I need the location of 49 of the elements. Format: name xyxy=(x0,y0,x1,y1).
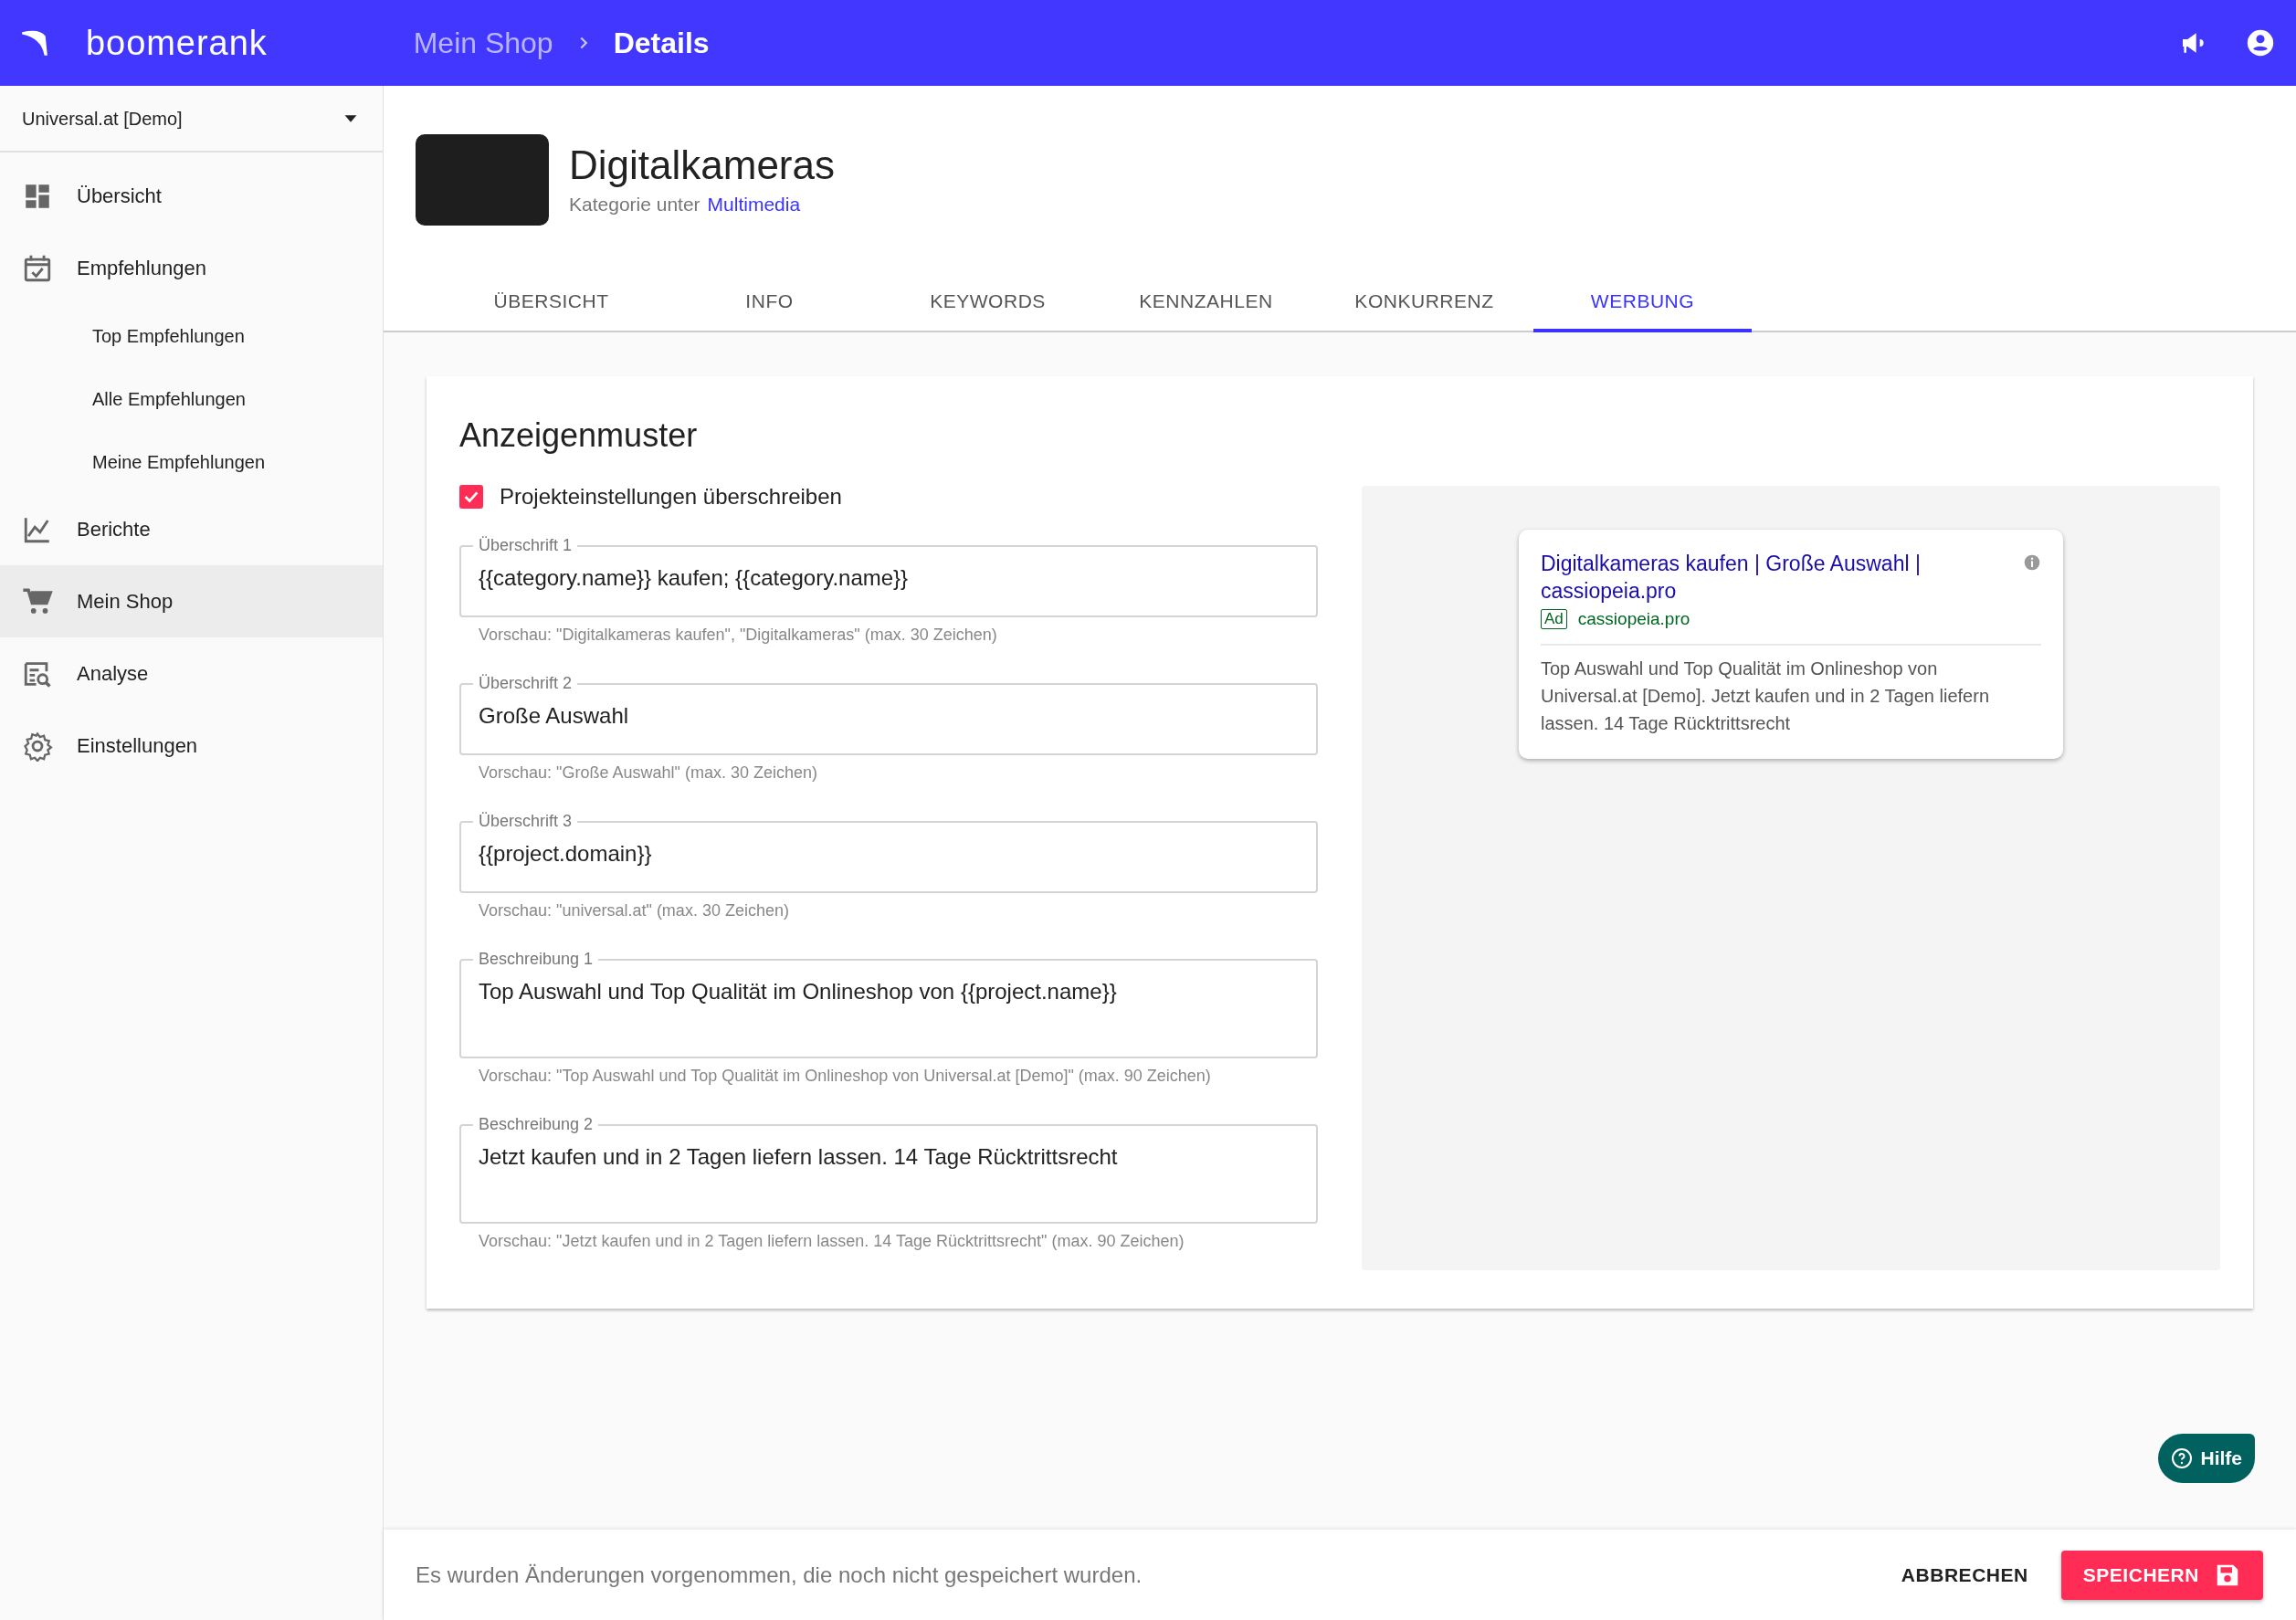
tab[interactable]: KEYWORDS xyxy=(879,273,1097,332)
breadcrumb-item: Details xyxy=(613,26,710,61)
sidebar-subitem[interactable]: Alle Empfehlungen xyxy=(0,367,383,430)
settings-icon xyxy=(22,730,53,762)
sidebar-subitem[interactable]: Meine Empfehlungen xyxy=(0,430,383,493)
info-icon xyxy=(2023,553,2041,572)
ad-badge: Ad xyxy=(1541,609,1567,630)
preview-hint: Vorschau: "Top Auswahl und Top Qualität im Onlineshop von Universal.at [Demo]" (max. 90 Zeichen) xyxy=(478,1066,1212,1087)
field-label: Beschreibung 2 xyxy=(478,1114,595,1135)
field-label: Beschreibung 1 xyxy=(478,949,595,970)
tab[interactable]: WERBUNG xyxy=(1533,273,1752,332)
sidebar-item[interactable]: Übersicht xyxy=(0,160,383,232)
sidebar-item[interactable]: Empfehlungen xyxy=(0,232,383,304)
sidebar-item[interactable]: Mein Shop xyxy=(0,565,383,637)
parent-category-link[interactable]: Multimedia xyxy=(707,190,801,219)
category-subtitle: Kategorie unter xyxy=(569,193,700,217)
help-button[interactable]: Hilfe xyxy=(2158,1434,2255,1483)
project-dropdown[interactable]: Universal.at [Demo] xyxy=(0,86,383,153)
ad-description: Top Auswahl und Top Qualität im Onlineshop von Universal.at [Demo]. Jetzt kaufen und in 2 Tagen liefern lassen. 14 Tage Rücktrittsrecht xyxy=(1541,657,1990,735)
section-title: Anzeigenmuster xyxy=(459,416,699,456)
preview-hint: Vorschau: "universal.at" (max. 30 Zeichen) xyxy=(478,900,790,921)
checkbox-label: Projekteinstellungen überschreiben xyxy=(500,483,842,510)
sidebar-subitem[interactable]: Top Empfehlungen xyxy=(0,304,383,367)
field-label: Überschrift 3 xyxy=(478,811,574,832)
save-button[interactable]: SPEICHERN xyxy=(2060,1550,2263,1600)
field-label: Überschrift 2 xyxy=(478,673,574,694)
help-icon xyxy=(2171,1447,2194,1469)
account-icon xyxy=(2245,27,2276,58)
unsaved-changes-message: Es wurden Änderungen vorgenommen, die noch nicht gespeichert wurden. xyxy=(416,1561,1143,1589)
tab[interactable]: ÜBERSICHT xyxy=(442,273,660,332)
input-field[interactable]: Überschrift 1 {{category.name}} kaufen; {{category.name}} xyxy=(459,533,1318,617)
preview-hint: Vorschau: "Jetzt kaufen und in 2 Tagen liefern lassen. 14 Tage Rücktrittsrecht" (max. 90 Zeichen) xyxy=(478,1231,1185,1252)
field-label: Überschrift 1 xyxy=(478,535,574,556)
input-field[interactable]: Überschrift 3 {{project.domain}} xyxy=(459,809,1318,893)
override-checkbox[interactable] xyxy=(459,485,483,509)
cancel-button[interactable]: ABBRECHEN xyxy=(1886,1550,2043,1600)
brand-name: boomerank xyxy=(86,22,268,64)
ad-url: cassiopeia.pro xyxy=(1577,608,1690,630)
tab[interactable]: KONKURRENZ xyxy=(1315,273,1533,332)
category-title: Digitalkameras xyxy=(569,142,835,190)
preview-hint: Vorschau: "Digitalkameras kaufen", "Digitalkameras" (max. 30 Zeichen) xyxy=(478,625,998,646)
ad-headline[interactable]: Digitalkameras kaufen | Große Auswahl | cassiopeia.pro xyxy=(1541,550,2041,605)
tab[interactable]: KENNZAHLEN xyxy=(1097,273,1315,332)
preview-hint: Vorschau: "Große Auswahl" (max. 30 Zeichen) xyxy=(478,763,818,784)
sidebar-item[interactable]: Analyse xyxy=(0,637,383,710)
sidebar-item[interactable]: Einstellungen xyxy=(0,710,383,782)
tab[interactable]: INFO xyxy=(660,273,879,332)
input-field[interactable]: Überschrift 2 Große Auswahl xyxy=(459,671,1318,755)
sidebar-item[interactable]: Berichte xyxy=(0,493,383,565)
